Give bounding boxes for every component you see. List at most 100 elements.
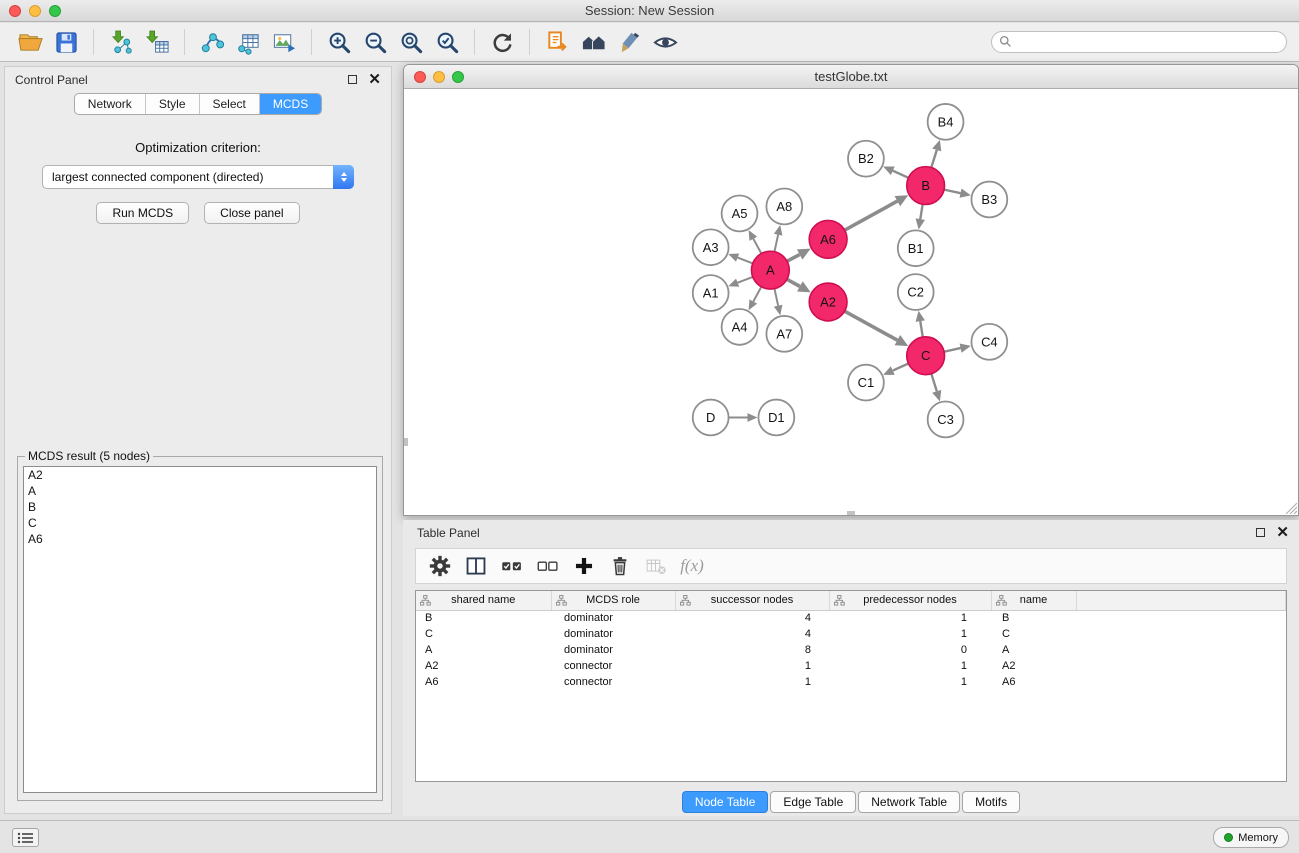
graph-edge-A-A5[interactable]	[753, 239, 761, 254]
fullscreen-window-button[interactable]	[49, 5, 61, 17]
tab-motifs[interactable]: Motifs	[962, 791, 1020, 813]
graph-edge-A-A7[interactable]	[774, 289, 778, 306]
graph-edge-B-B1[interactable]	[920, 204, 922, 219]
minimize-window-button[interactable]	[29, 5, 41, 17]
function-builder-button[interactable]: f(x)	[676, 552, 708, 580]
tab-style[interactable]: Style	[145, 94, 199, 114]
select-all-button[interactable]	[496, 552, 528, 580]
table-cell[interactable]: 1	[829, 674, 991, 690]
graph-edge-A6-B[interactable]	[845, 201, 898, 230]
graph-edge-A-A1[interactable]	[738, 277, 753, 283]
table-cell[interactable]: connector	[551, 674, 675, 690]
search-input[interactable]	[991, 31, 1287, 53]
refresh-button[interactable]	[484, 27, 520, 57]
table-cell[interactable]: 1	[675, 658, 829, 674]
table-cell[interactable]: 1	[675, 674, 829, 690]
eye-button[interactable]	[647, 27, 683, 57]
table-cell[interactable]: A	[991, 642, 1076, 658]
close-panel-button[interactable]: Close panel	[204, 202, 299, 224]
new-network-button[interactable]	[194, 27, 230, 57]
table-cell[interactable]: 1	[829, 658, 991, 674]
graph-edge-B-B2[interactable]	[893, 171, 909, 178]
table-row[interactable]: Bdominator41B	[416, 610, 1286, 626]
table-row[interactable]: A6connector11A6	[416, 674, 1286, 690]
home-button[interactable]	[575, 27, 611, 57]
zoom-selected-button[interactable]	[429, 27, 465, 57]
table-cell[interactable]: A6	[991, 674, 1076, 690]
graph-edge-A-A4[interactable]	[753, 287, 761, 302]
column-header-predecessor-nodes[interactable]: predecessor nodes	[829, 591, 991, 610]
tab-node-table[interactable]: Node Table	[682, 791, 769, 813]
tab-mcds[interactable]: MCDS	[259, 94, 321, 114]
table-cell[interactable]: A2	[416, 658, 551, 674]
network-canvas[interactable]: B4B2BB3A8A5A6B1A3AA1C2A2A4A7C4CC1C3DD1	[404, 90, 1298, 515]
close-window-button[interactable]	[9, 5, 21, 17]
deselect-all-button[interactable]	[532, 552, 564, 580]
float-table-panel-icon[interactable]	[1256, 528, 1265, 537]
graph-edge-A-A2[interactable]	[787, 279, 800, 286]
resize-grip-icon[interactable]	[1284, 501, 1297, 514]
table-cell[interactable]: connector	[551, 658, 675, 674]
network-close-button[interactable]	[414, 71, 426, 83]
network-minimize-button[interactable]	[433, 71, 445, 83]
network-graph[interactable]: B4B2BB3A8A5A6B1A3AA1C2A2A4A7C4CC1C3DD1	[404, 90, 1298, 515]
zoom-fit-button[interactable]	[393, 27, 429, 57]
tab-edge-table[interactable]: Edge Table	[770, 791, 856, 813]
tab-select[interactable]: Select	[199, 94, 259, 114]
graph-edge-C-C3[interactable]	[931, 374, 936, 392]
result-list-item[interactable]: B	[24, 499, 376, 515]
settings-gear-button[interactable]	[424, 552, 456, 580]
import-network-button[interactable]	[103, 27, 139, 57]
run-mcds-button[interactable]: Run MCDS	[96, 202, 189, 224]
table-cell[interactable]: A2	[991, 658, 1076, 674]
graph-edge-C-C4[interactable]	[944, 348, 960, 352]
tab-network[interactable]: Network	[75, 94, 145, 114]
column-header-shared-name[interactable]: shared name	[416, 591, 551, 610]
export-image-button[interactable]	[266, 27, 302, 57]
graph-edge-B-B3[interactable]	[944, 190, 960, 194]
style-brush-button[interactable]	[611, 27, 647, 57]
close-panel-icon[interactable]: ✕	[368, 72, 381, 87]
graph-edge-A2-C[interactable]	[845, 311, 898, 340]
result-list-item[interactable]: C	[24, 515, 376, 531]
float-panel-icon[interactable]	[348, 75, 357, 84]
table-row[interactable]: Adominator80A	[416, 642, 1286, 658]
table-cell[interactable]: dominator	[551, 610, 675, 626]
delete-column-button[interactable]	[604, 552, 636, 580]
vertical-scroll-hint[interactable]	[404, 438, 408, 446]
table-cell[interactable]: dominator	[551, 626, 675, 642]
table-cell[interactable]: dominator	[551, 642, 675, 658]
table-cell[interactable]: 4	[675, 610, 829, 626]
network-window-titlebar[interactable]: testGlobe.txt	[404, 65, 1298, 89]
table-row[interactable]: Cdominator41C	[416, 626, 1286, 642]
criterion-dropdown[interactable]: largest connected component (directed)	[42, 165, 354, 189]
result-list-item[interactable]: A6	[24, 531, 376, 547]
table-cell[interactable]: C	[416, 626, 551, 642]
open-recent-button[interactable]	[539, 27, 575, 57]
tab-network-table[interactable]: Network Table	[858, 791, 960, 813]
network-zoom-button[interactable]	[452, 71, 464, 83]
table-cell[interactable]: 4	[675, 626, 829, 642]
table-cell[interactable]: 8	[675, 642, 829, 658]
result-list-item[interactable]: A2	[24, 467, 376, 483]
table-cell[interactable]: A6	[416, 674, 551, 690]
table-cell[interactable]: 1	[829, 626, 991, 642]
table-cell[interactable]: 0	[829, 642, 991, 658]
column-header-mcds-role[interactable]: MCDS role	[551, 591, 675, 610]
graph-edge-A-A6[interactable]	[787, 255, 800, 262]
table-cell[interactable]: B	[991, 610, 1076, 626]
result-list-item[interactable]: A	[24, 483, 376, 499]
horizontal-scroll-hint[interactable]	[847, 511, 855, 515]
zoom-out-button[interactable]	[357, 27, 393, 57]
table-cell[interactable]: A	[416, 642, 551, 658]
table-cell[interactable]: 1	[829, 610, 991, 626]
table-cell[interactable]: C	[991, 626, 1076, 642]
column-header-successor-nodes[interactable]: successor nodes	[675, 591, 829, 610]
memory-button[interactable]: Memory	[1213, 827, 1289, 848]
graph-edge-C-C1[interactable]	[893, 364, 909, 371]
column-header-name[interactable]: name	[991, 591, 1076, 610]
zoom-in-button[interactable]	[321, 27, 357, 57]
close-table-panel-icon[interactable]: ✕	[1276, 525, 1289, 540]
task-history-button[interactable]	[12, 828, 39, 847]
open-folder-button[interactable]	[12, 27, 48, 57]
